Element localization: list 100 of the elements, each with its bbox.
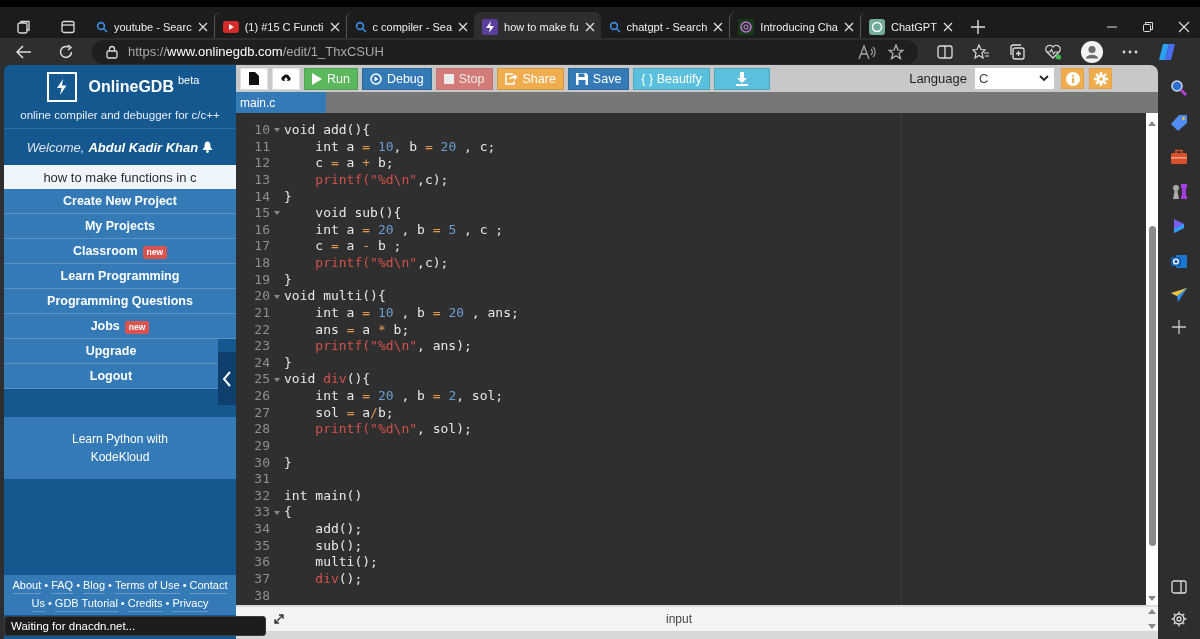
search-icon (608, 20, 621, 33)
read-aloud-icon[interactable] (858, 43, 878, 60)
chess-pieces-icon[interactable] (1170, 182, 1188, 200)
scroll-arrows-icon[interactable] (1148, 609, 1156, 629)
code-line: c = a + b; (314, 155, 394, 172)
line-number: 11 (253, 138, 270, 156)
browser-tab[interactable]: youtube - Searc (88, 11, 214, 42)
back-icon[interactable] (16, 44, 32, 59)
collections-icon[interactable] (1009, 43, 1025, 60)
close-icon[interactable] (329, 21, 340, 32)
new-tab-icon[interactable] (970, 19, 985, 34)
project-name[interactable]: how to make functions in c (4, 165, 236, 189)
tab-actions-icon[interactable] (60, 18, 76, 35)
close-icon[interactable] (458, 21, 468, 32)
tag-icon[interactable] (1170, 114, 1188, 132)
menu-item[interactable]: Learn Programming (4, 264, 236, 289)
menu-item[interactable]: Upgrade (4, 339, 218, 364)
close-icon[interactable] (197, 21, 208, 32)
upload-button[interactable] (272, 67, 300, 90)
scroll-up-icon[interactable] (1148, 121, 1156, 126)
user-name[interactable]: Abdul Kadir Khan (88, 139, 199, 155)
workspaces-icon[interactable] (16, 18, 32, 35)
collapse-button[interactable] (218, 352, 236, 405)
menu-item[interactable]: Create New Project (4, 189, 236, 214)
search-icon[interactable] (1170, 79, 1188, 97)
code-line: int a = 20 , b = 2, sol; (314, 388, 504, 405)
fold-icon[interactable] (274, 211, 280, 216)
code-line: sub(); (314, 537, 363, 555)
fold-icon[interactable] (274, 510, 280, 515)
scrollbar-thumb[interactable] (1148, 226, 1156, 546)
menu-item[interactable]: Jobs new (4, 314, 236, 339)
settings-icon[interactable] (1171, 611, 1187, 627)
mail-app-icon[interactable] (1170, 252, 1188, 270)
line-number: 32 (253, 487, 270, 505)
toolbox-icon[interactable] (1170, 149, 1188, 165)
fold-icon[interactable] (274, 294, 280, 299)
separator-dot: • (165, 596, 170, 611)
promo-banner[interactable]: Learn Python with KodeKloud (4, 417, 236, 479)
line-number: 36 (253, 554, 270, 571)
menu-item[interactable]: Programming Questions (4, 289, 236, 314)
line-number: 27 (253, 404, 270, 422)
download-button[interactable] (713, 67, 770, 90)
restore-icon[interactable] (1142, 20, 1154, 33)
fold-icon[interactable] (274, 128, 280, 133)
line-number: 38 (253, 587, 270, 605)
close-icon[interactable] (1178, 20, 1190, 33)
footer-link[interactable]: Credits (127, 596, 163, 612)
close-icon[interactable] (584, 21, 595, 32)
address-bar[interactable]: https://www.onlinegdb.com/edit/1_ThxCSUH (92, 39, 918, 64)
add-icon[interactable] (1172, 320, 1186, 334)
browser-tab[interactable]: chatgpt - Search (600, 11, 730, 42)
menu-item[interactable]: My Projects (4, 214, 236, 239)
heart-pulse-icon[interactable] (1044, 43, 1062, 60)
footer-link[interactable]: Us (31, 596, 45, 612)
debug-button[interactable]: Debug (361, 67, 432, 90)
footer-link[interactable]: Terms of Use (114, 578, 180, 594)
file-button[interactable] (240, 67, 268, 90)
footer-link[interactable]: Blog (83, 578, 106, 594)
code-line: void div(){ (284, 371, 371, 388)
bell-icon[interactable] (202, 141, 214, 153)
welcome-text: Welcome, (26, 139, 85, 155)
favorites-icon[interactable] (972, 43, 990, 60)
footer-link[interactable]: FAQ (51, 578, 74, 594)
code-line: int a = 20 , b = 5 , c ; (314, 221, 504, 239)
logo-icon[interactable] (46, 72, 77, 102)
code-line: ans = a * b; (314, 321, 410, 339)
separator-dot: • (120, 596, 125, 611)
save-button[interactable]: Save (567, 67, 630, 90)
input-panel-title[interactable]: input (666, 612, 693, 626)
run-button[interactable]: Run (304, 67, 358, 90)
close-icon[interactable] (844, 21, 854, 32)
menu-item[interactable]: Classroom new (4, 239, 236, 264)
language-label: Language (909, 71, 967, 86)
scrollbar[interactable] (1146, 113, 1158, 605)
sidebar-toggle-icon[interactable] (1171, 580, 1187, 594)
footer-link[interactable]: Privacy (172, 596, 209, 612)
resize-icon[interactable] (274, 614, 284, 624)
profile-avatar-icon[interactable] (1081, 40, 1103, 63)
code-line: multi(); (314, 554, 378, 571)
reload-icon[interactable] (58, 43, 74, 60)
footer-link[interactable]: About (12, 578, 42, 594)
paper-plane-icon[interactable] (1170, 287, 1188, 303)
split-screen-icon[interactable] (937, 44, 953, 59)
beta-label: beta (177, 74, 200, 86)
close-icon[interactable] (942, 21, 953, 32)
language-select[interactable]: C (975, 68, 1054, 89)
line-number: 31 (253, 471, 270, 488)
line-number: 24 (253, 354, 270, 372)
file-tab[interactable]: main.c (236, 92, 326, 113)
play-circle-icon (369, 72, 382, 85)
footer-link[interactable]: Contact (189, 578, 228, 594)
share-icon (504, 72, 518, 85)
favorite-star-icon[interactable] (888, 43, 904, 60)
close-icon[interactable] (713, 21, 724, 32)
more-icon[interactable] (1122, 49, 1138, 54)
brand-name[interactable]: OnlineGDB (88, 78, 174, 96)
scroll-down-icon[interactable] (1148, 596, 1156, 601)
fold-icon[interactable] (274, 377, 280, 382)
footer-link[interactable]: GDB Tutorial (54, 596, 118, 612)
menu-item[interactable]: Logout (4, 364, 218, 389)
